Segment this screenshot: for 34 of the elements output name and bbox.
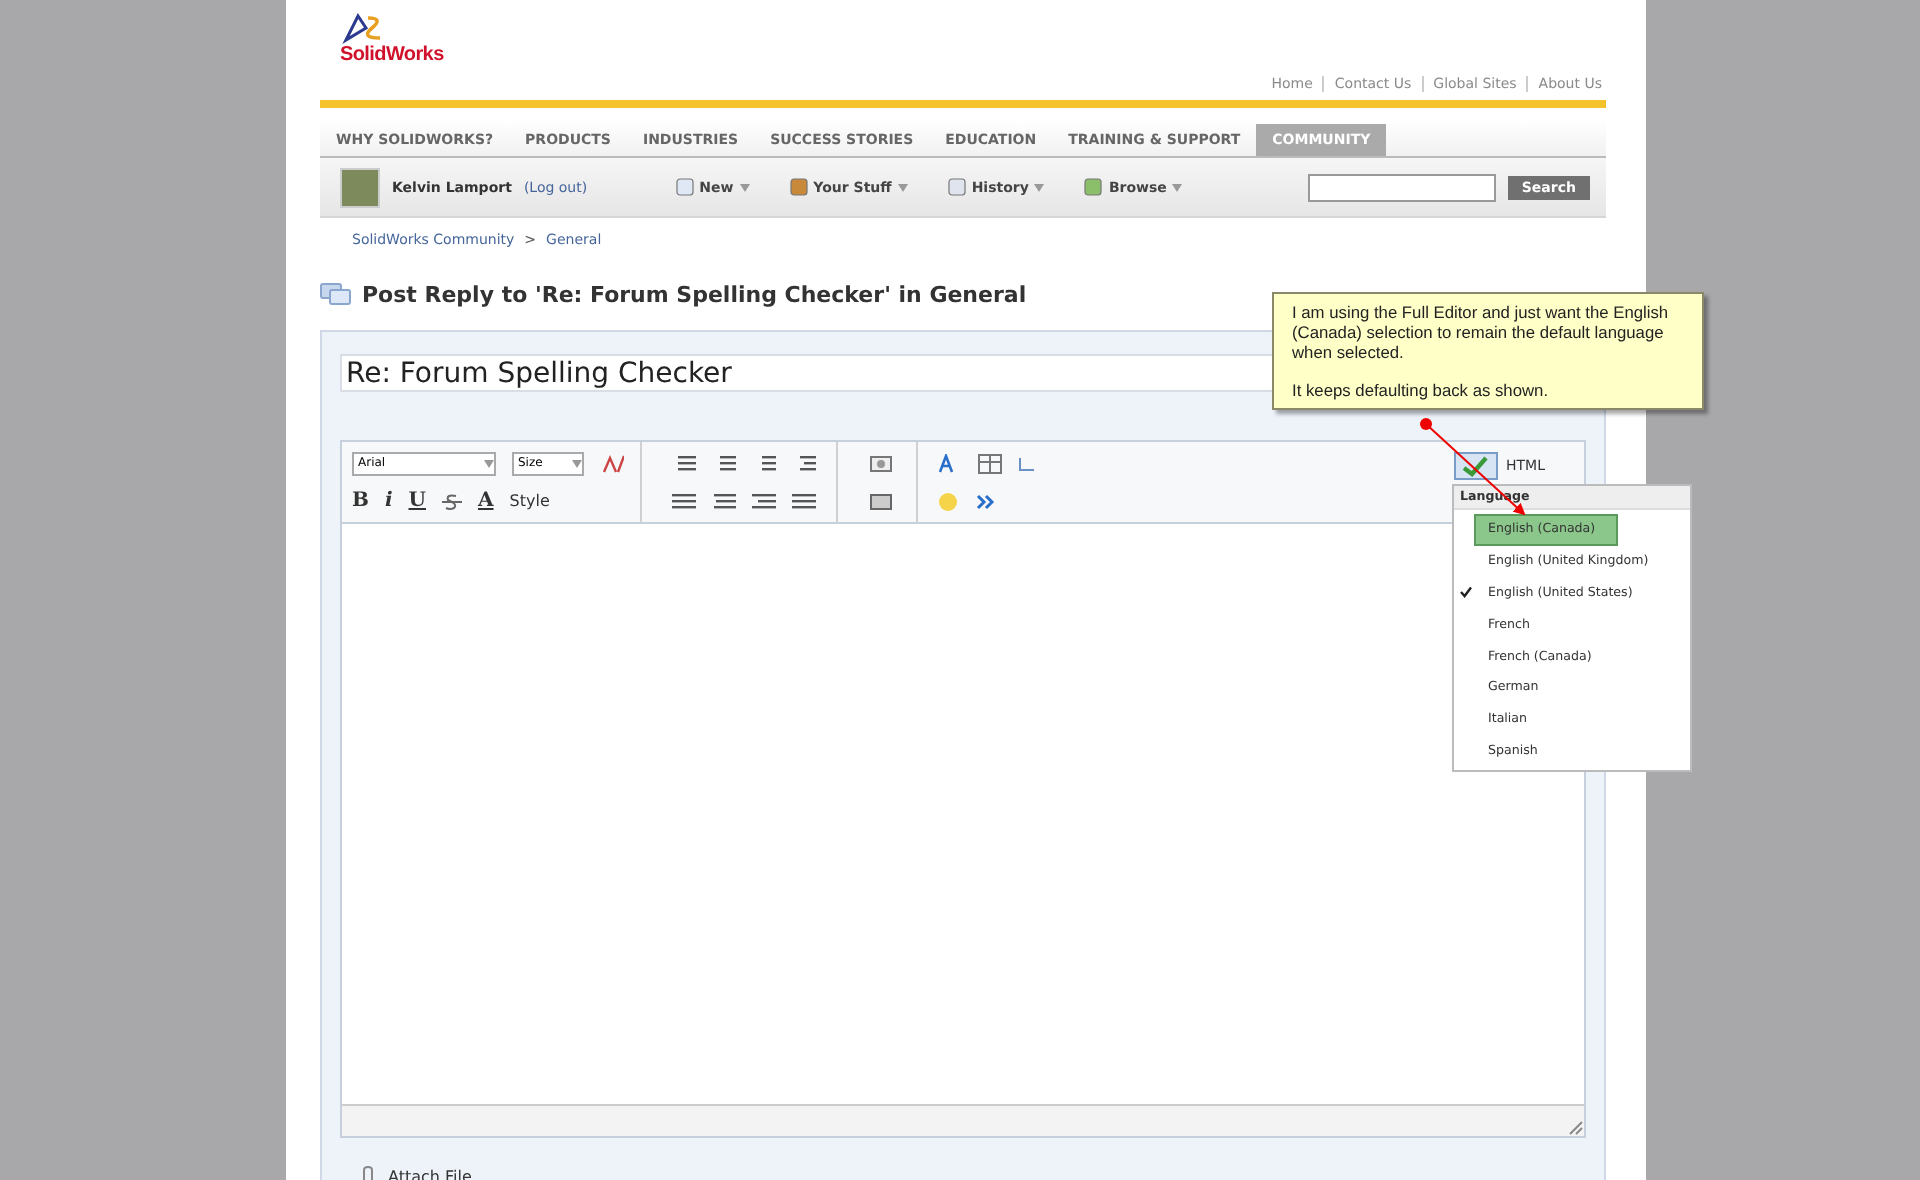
align-center-icon[interactable] <box>712 491 736 511</box>
style-button[interactable]: Style <box>509 492 550 510</box>
caret-icon <box>572 459 582 467</box>
caret-icon <box>897 183 908 191</box>
paperclip-icon <box>360 1166 376 1180</box>
double-chevron-icon[interactable] <box>974 491 998 511</box>
menu-icon <box>789 178 808 196</box>
logo-text: SolidWorks <box>340 44 444 66</box>
strikethrough-icon[interactable] <box>442 491 462 511</box>
page-heading: Post Reply to 'Re: Forum Spelling Checker' in General <box>362 282 1027 308</box>
font-color-button[interactable]: A <box>478 490 494 512</box>
spellcheck-icon[interactable] <box>1454 452 1498 480</box>
callout-tooltip: I am using the Full Editor and just want the English (Canada) selection to remain the default language when selected. It keeps defaulting back as shown. <box>1272 292 1704 410</box>
underline-button[interactable]: U <box>408 490 426 512</box>
align-left-icon[interactable] <box>672 491 696 511</box>
caret-icon <box>484 459 494 467</box>
italic-button[interactable]: i <box>384 490 393 512</box>
video-icon[interactable] <box>870 491 892 511</box>
caret-icon <box>739 183 750 191</box>
bullet-list-icon[interactable] <box>672 453 696 473</box>
search-field[interactable] <box>1307 173 1496 201</box>
align-right-icon[interactable] <box>752 491 776 511</box>
menu-icon <box>947 178 966 196</box>
resize-grip-icon[interactable] <box>1568 1120 1584 1136</box>
avatar <box>340 167 380 207</box>
justify-icon[interactable] <box>792 491 816 511</box>
caret-icon <box>1034 183 1045 191</box>
menu-icon <box>1084 178 1103 196</box>
image-icon[interactable] <box>870 453 892 473</box>
caret-icon <box>1172 183 1183 191</box>
table-icon[interactable] <box>978 453 1002 473</box>
speech-bubbles-icon <box>320 282 352 308</box>
menu-icon <box>675 178 694 196</box>
bold-button[interactable]: B <box>352 490 369 512</box>
